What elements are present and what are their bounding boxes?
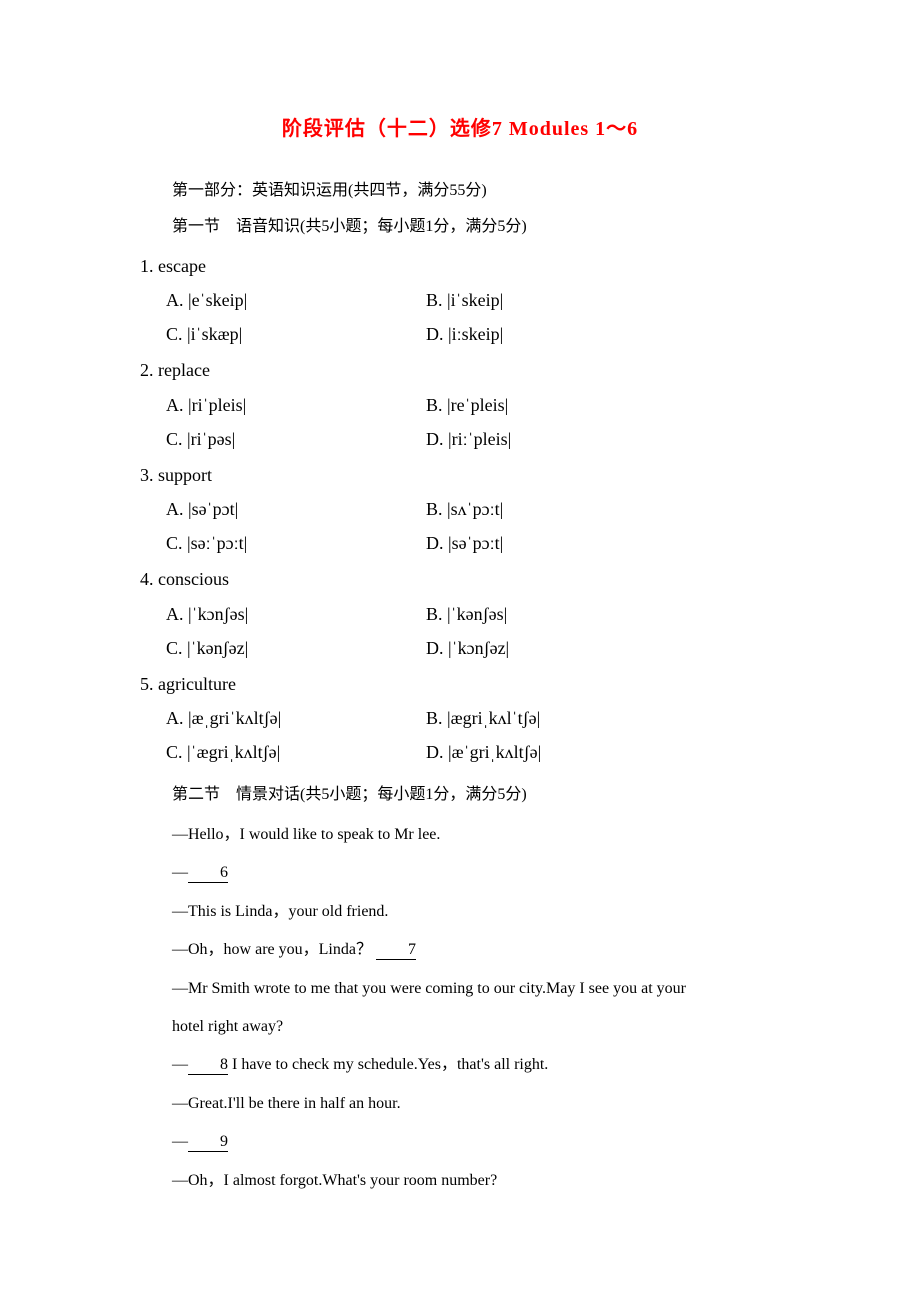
question-4-option-d: D. |ˈkɔnʃəz| — [426, 631, 509, 665]
question-4-option-b: B. |ˈkənʃəs| — [426, 597, 507, 631]
question-3-option-b: B. |sʌˈpɔːt| — [426, 492, 503, 526]
dialogue-block: —Hello，I would like to speak to Mr lee. … — [140, 816, 780, 1200]
question-2-stem: 2. replace — [140, 353, 780, 387]
dialogue-line-6: hotel right away? — [140, 1008, 780, 1046]
dialogue-line-7: —8 I have to check my schedule.Yes，that'… — [140, 1046, 780, 1084]
question-5-stem: 5. agriculture — [140, 667, 780, 701]
question-1-option-c: C. |iˈskæp| — [166, 317, 426, 351]
part1-header: 第一部分：英语知识运用(共四节，满分55分) — [140, 176, 780, 206]
blank-8: 8 — [188, 1056, 228, 1075]
question-1-stem: 1. escape — [140, 249, 780, 283]
section2-header: 第二节 情景对话(共5小题；每小题1分，满分5分) — [140, 780, 780, 810]
question-5-option-a: A. |æˌgriˈkʌltʃə| — [166, 701, 426, 735]
dialogue-line-9: —9 — [140, 1123, 780, 1161]
question-2-option-a: A. |riˈpleis| — [166, 388, 426, 422]
dialogue-line-10: —Oh，I almost forgot.What's your room num… — [140, 1162, 780, 1200]
question-1-option-a: A. |eˈskeip| — [166, 283, 426, 317]
question-1-option-b: B. |iˈskeip| — [426, 283, 503, 317]
question-3-stem: 3. support — [140, 458, 780, 492]
dialogue-line-5: —Mr Smith wrote to me that you were comi… — [140, 970, 780, 1008]
question-4-option-a: A. |ˈkɔnʃəs| — [166, 597, 426, 631]
dialogue-line-3: —This is Linda，your old friend. — [140, 893, 780, 931]
question-4-stem: 4. conscious — [140, 562, 780, 596]
blank-9: 9 — [188, 1133, 228, 1152]
dialogue-line-8: —Great.I'll be there in half an hour. — [140, 1085, 780, 1123]
dialogue-line-7-text: I have to check my schedule.Yes，that's a… — [232, 1056, 548, 1073]
question-1: 1. escape A. |eˈskeip| B. |iˈskeip| C. |… — [140, 249, 780, 352]
question-5-option-d: D. |æˈgriˌkʌltʃə| — [426, 735, 541, 769]
dash: — — [172, 864, 188, 881]
question-2-option-c: C. |riˈpəs| — [166, 422, 426, 456]
question-3-option-d: D. |səˈpɔːt| — [426, 526, 503, 560]
question-5-option-b: B. |ægriˌkʌlˈtʃə| — [426, 701, 540, 735]
dash: — — [172, 1133, 188, 1150]
dialogue-line-4: —Oh，how are you，Linda？ 7 — [140, 931, 780, 969]
page-title: 阶段评估（十二）选修7 Modules 1～6 — [140, 110, 780, 148]
question-4-option-c: C. |ˈkənʃəz| — [166, 631, 426, 665]
blank-7: 7 — [376, 941, 416, 960]
section1-header: 第一节 语音知识(共5小题；每小题1分，满分5分) — [140, 212, 780, 242]
question-4: 4. conscious A. |ˈkɔnʃəs| B. |ˈkənʃəs| C… — [140, 562, 780, 665]
question-3-option-a: A. |səˈpɔt| — [166, 492, 426, 526]
blank-6: 6 — [188, 864, 228, 883]
question-5-option-c: C. |ˈægriˌkʌltʃə| — [166, 735, 426, 769]
dash: — — [172, 1056, 188, 1073]
question-2: 2. replace A. |riˈpleis| B. |reˈpleis| C… — [140, 353, 780, 456]
question-2-option-d: D. |riːˈpleis| — [426, 422, 511, 456]
question-1-option-d: D. |iːskeip| — [426, 317, 503, 351]
question-3-option-c: C. |səːˈpɔːt| — [166, 526, 426, 560]
question-5: 5. agriculture A. |æˌgriˈkʌltʃə| B. |ægr… — [140, 667, 780, 770]
dialogue-line-1: —Hello，I would like to speak to Mr lee. — [140, 816, 780, 854]
question-2-option-b: B. |reˈpleis| — [426, 388, 508, 422]
dialogue-line-2: —6 — [140, 854, 780, 892]
dialogue-line-4-text: —Oh，how are you，Linda？ — [172, 941, 372, 958]
question-3: 3. support A. |səˈpɔt| B. |sʌˈpɔːt| C. |… — [140, 458, 780, 561]
